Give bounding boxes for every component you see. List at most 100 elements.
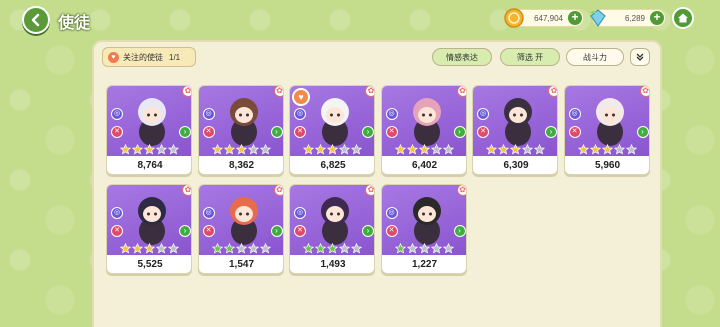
character-portrait xyxy=(138,98,166,146)
flower-icon: ✿ xyxy=(273,185,283,196)
character-portrait xyxy=(412,197,441,245)
apostle-card[interactable]: ◎ ✕ › ✿ ♥ 6,825 xyxy=(289,85,375,175)
star-icon xyxy=(223,144,235,155)
role-icon: ✕ xyxy=(477,126,489,138)
apostle-card[interactable]: ◎ ✕ › ✿ 6,402 xyxy=(380,85,467,175)
page-title: 使徒 xyxy=(58,13,91,32)
star-icon xyxy=(430,144,442,155)
flower-icon: ✿ xyxy=(365,185,374,196)
star-icon xyxy=(351,243,362,254)
combat-power: 5,960 xyxy=(594,160,621,171)
flower-icon: ✿ xyxy=(365,86,374,97)
heart-icon: ♥ xyxy=(108,52,119,63)
star-icon xyxy=(339,243,350,254)
star-icon xyxy=(259,144,271,155)
combat-power: 6,309 xyxy=(503,160,529,171)
star-rating xyxy=(394,243,454,255)
star-icon xyxy=(303,243,314,254)
star-icon xyxy=(247,144,259,155)
upgrade-arrow-icon: › xyxy=(362,126,374,138)
apostle-card[interactable]: ◎ ✕ › ✿ 5,525 xyxy=(106,184,192,274)
apostle-card[interactable]: ◎ ✕ › ✿ 6,309 xyxy=(472,85,558,175)
star-icon xyxy=(315,144,326,155)
character-portrait xyxy=(229,197,258,245)
character-portrait xyxy=(412,98,441,146)
star-icon xyxy=(235,243,247,254)
combat-power: 8,362 xyxy=(228,160,255,171)
star-icon xyxy=(235,144,247,155)
star-rating xyxy=(486,144,545,156)
upgrade-arrow-icon: › xyxy=(270,126,283,138)
star-rating xyxy=(394,144,454,156)
gold-coin-icon xyxy=(504,8,524,28)
star-icon xyxy=(168,144,179,155)
star-icon xyxy=(132,144,143,155)
star-icon xyxy=(144,144,155,155)
upgrade-arrow-icon: › xyxy=(636,126,649,138)
star-icon xyxy=(339,144,350,155)
apostle-card[interactable]: ◎ ✕ › ✿ 1,547 xyxy=(197,184,284,274)
star-icon xyxy=(168,243,179,254)
favorite-label: 关注的使徒 xyxy=(123,52,163,62)
combat-power: 1,547 xyxy=(228,259,255,270)
gem-counter: 6,289 + xyxy=(590,9,666,28)
star-icon xyxy=(522,144,533,155)
flower-icon: ✿ xyxy=(548,86,557,97)
apostle-card[interactable]: ◎ ✕ › ✿ 1,493 xyxy=(289,184,375,274)
home-button[interactable] xyxy=(672,7,694,29)
favorite-filter-chip[interactable]: ♥ 关注的使徒 1/1 xyxy=(102,47,196,67)
double-chevron-down-icon xyxy=(636,53,644,61)
apostle-card[interactable]: ◎ ✕ › ✿ 1,227 xyxy=(380,184,467,274)
class-icon: ◎ xyxy=(111,108,123,120)
star-icon xyxy=(442,243,454,254)
class-icon: ◎ xyxy=(202,207,215,219)
flower-icon: ✿ xyxy=(456,185,466,196)
star-icon xyxy=(259,243,271,254)
role-icon: ✕ xyxy=(294,225,306,237)
star-rating xyxy=(577,144,637,156)
role-icon: ✕ xyxy=(385,126,398,138)
character-portrait xyxy=(321,98,349,146)
add-gold-button[interactable]: + xyxy=(568,11,582,25)
character-portrait xyxy=(504,98,532,146)
star-icon xyxy=(211,243,223,254)
favorite-heart-icon: ♥ xyxy=(292,88,310,106)
star-rating xyxy=(211,144,271,156)
star-icon xyxy=(144,243,155,254)
flower-icon: ✿ xyxy=(273,86,283,97)
class-icon: ◎ xyxy=(477,108,489,120)
expand-button[interactable] xyxy=(630,48,650,66)
star-icon xyxy=(120,144,131,155)
star-rating xyxy=(303,144,362,156)
upgrade-arrow-icon: › xyxy=(270,225,283,237)
upgrade-arrow-icon: › xyxy=(453,225,466,237)
star-icon xyxy=(510,144,521,155)
star-icon xyxy=(418,144,430,155)
star-icon xyxy=(430,243,442,254)
apostle-card[interactable]: ◎ ✕ › ✿ 5,960 xyxy=(563,85,650,175)
star-icon xyxy=(577,144,589,155)
back-button[interactable] xyxy=(22,6,50,34)
star-icon xyxy=(351,144,362,155)
upgrade-arrow-icon: › xyxy=(545,126,557,138)
class-icon: ◎ xyxy=(294,207,306,219)
star-icon xyxy=(601,144,613,155)
character-portrait xyxy=(321,197,349,245)
class-icon: ◎ xyxy=(294,108,306,120)
star-rating xyxy=(211,243,271,255)
add-gem-button[interactable]: + xyxy=(650,11,664,25)
sort-power-button[interactable]: 战斗力 xyxy=(566,48,624,66)
character-portrait xyxy=(138,197,166,245)
combat-power: 6,825 xyxy=(320,160,346,171)
filter-button[interactable]: 筛选 开 xyxy=(500,48,560,66)
emote-button[interactable]: 情感表达 xyxy=(432,48,492,66)
apostle-card[interactable]: ◎ ✕ › ✿ 8,362 xyxy=(197,85,284,175)
role-icon: ✕ xyxy=(111,225,123,237)
flower-icon: ✿ xyxy=(182,86,191,97)
class-icon: ◎ xyxy=(568,108,581,120)
star-icon xyxy=(498,144,509,155)
apostle-card[interactable]: ◎ ✕ › ✿ 8,764 xyxy=(106,85,192,175)
back-arrow-icon xyxy=(31,13,40,27)
gold-amount: 647,904 xyxy=(534,13,563,23)
star-icon xyxy=(589,144,601,155)
